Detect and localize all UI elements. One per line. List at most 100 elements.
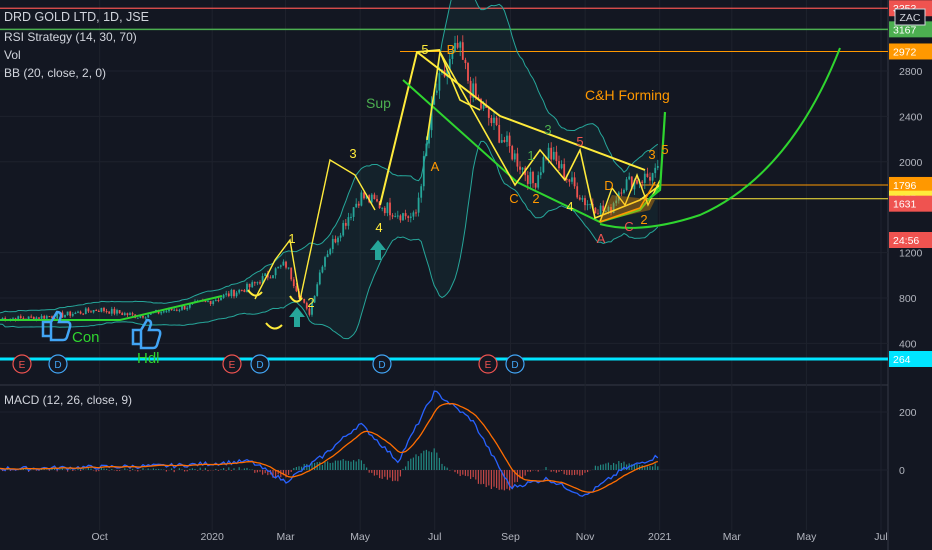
candle-body [550,147,553,160]
wave-label: 2 [307,295,314,310]
candle-body [303,299,306,303]
candle-body [1,318,4,320]
candle-body [578,197,581,200]
candle-body [425,143,428,157]
candle-body [217,299,220,301]
candle-body [209,300,212,305]
candle-body [352,207,355,217]
candle-body [532,171,534,184]
candle-body [121,313,124,315]
candle-body [342,223,345,236]
candle-body [318,272,321,285]
candle-body [178,309,181,311]
wave-label: D [604,178,613,193]
indicator-macd-label[interactable]: MACD (12, 26, close, 9) [4,393,132,407]
candle-body [147,314,150,318]
price-label-text: 24:56 [893,235,919,247]
symbol-title: DRD GOLD LTD, 1D, JSE [4,10,149,24]
x-tick-label: Jul [874,531,887,543]
candle-body [656,166,659,168]
wave-label: 3 [648,147,655,162]
candle-body [19,316,22,318]
candle-body [363,192,365,199]
candle-body [386,202,389,214]
indicator-rsi-label[interactable]: RSI Strategy (14, 30, 70) [4,30,137,44]
candle-body [269,277,272,279]
chart-canvas[interactable]: 40080012002000240028002000Oct 2020 Mar May J… [0,0,932,550]
candle-body [230,289,233,297]
candle-body [45,316,48,319]
candle-body [628,176,631,180]
marker-letter: D [54,360,61,371]
candle-body [38,317,40,319]
candle-body [295,286,298,292]
price-scale-label: 2972 [889,43,932,60]
wave-label: B [447,42,456,57]
candle-body [22,317,25,319]
candle-body [534,183,537,188]
candle-body [597,213,599,215]
candle-body [285,261,287,268]
candle-body [331,238,334,250]
candle-body [123,313,126,315]
candle-body [493,117,495,124]
candle-body [248,283,251,288]
candle-body [542,157,545,173]
candle-body [175,309,178,311]
earnings-dividend-marker: D [250,354,270,374]
wave-label: 1 [288,231,295,246]
earnings-dividend-marker: E [222,354,242,374]
candle-body [129,313,131,315]
candle-body [79,311,82,314]
candle-body [516,153,519,167]
chart-annotation: C&H Forming [585,87,670,103]
candle-body [350,216,352,218]
candle-body [376,199,378,202]
candle-body [74,312,77,314]
candle-body [521,167,524,170]
marker-letter: E [229,360,236,371]
indicator-bb-label[interactable]: BB (20, close, 2, 0) [4,66,106,80]
candle-body [97,310,100,312]
candle-body [482,104,485,109]
candle-body [435,90,438,93]
candle-body [92,309,95,313]
candle-body [329,249,332,255]
candle-body [95,309,98,311]
y-tick-label: 200 [899,407,917,419]
candle-body [620,192,623,194]
candle-body [651,173,654,181]
candle-body [69,311,72,316]
candle-body [394,216,397,218]
x-tick-label: May [350,531,371,543]
candle-body [643,173,646,183]
candle-body [469,80,472,98]
candle-body [636,180,638,184]
candle-body [641,181,644,183]
x-tick-label: Nov [576,531,595,543]
candle-body [321,266,324,273]
candle-body [43,315,46,319]
candle-body [529,171,532,184]
candle-body [48,316,51,318]
candle-body [498,125,501,143]
x-tick-label: Jul [428,531,441,543]
candle-body [552,151,555,160]
wave-label: C [509,191,518,206]
candle-body [409,216,412,218]
candle-body [40,315,43,319]
candle-body [537,175,540,188]
y-tick-label: 2000 [899,157,923,169]
candle-body [438,73,441,91]
candle-body [503,140,506,142]
indicator-vol-label[interactable]: Vol [4,48,21,62]
price-label-text: 2972 [893,46,917,58]
candle-body [467,63,469,81]
candle-body [90,311,92,313]
candle-body [71,313,74,316]
price-scale-label: 24:56 [889,232,932,248]
candle-body [646,173,649,177]
candle-body [500,140,503,143]
candle-body [131,313,134,315]
symbol-badge[interactable]: ZAC [900,12,921,24]
